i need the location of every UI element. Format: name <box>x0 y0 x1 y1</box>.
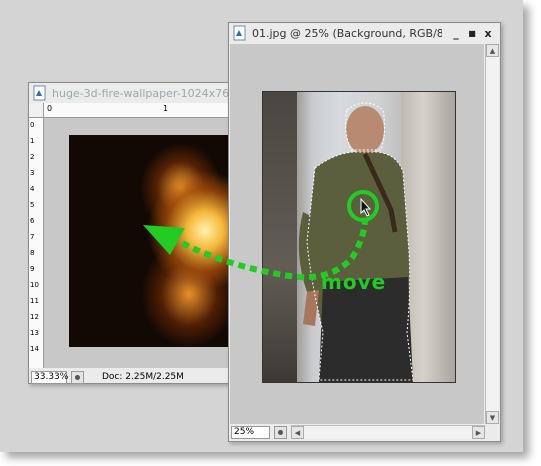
man-figure <box>298 102 414 382</box>
maximize-button[interactable]: ■ <box>464 25 480 41</box>
minimize-button[interactable]: _ <box>448 25 464 41</box>
status-menu-icon[interactable] <box>274 425 287 439</box>
fire-document-window[interactable]: huge-3d-fire-wallpaper-1024x768.j 0 1 0 1… <box>28 82 230 384</box>
photo-window-titlebar[interactable]: 01.jpg @ 25% (Background, RGB/8... _ ■ x <box>229 23 500 43</box>
close-button[interactable]: x <box>480 25 496 41</box>
status-menu-icon[interactable] <box>71 370 84 384</box>
ruler-left-label: 13 <box>30 329 39 337</box>
scroll-left-button[interactable]: ◀ <box>291 426 304 439</box>
photo-status-bar: 25% <box>229 425 291 439</box>
ruler-left-label: 8 <box>30 249 35 257</box>
photo-window-title: 01.jpg @ 25% (Background, RGB/8... <box>252 26 442 40</box>
scroll-up-button[interactable]: ▲ <box>486 44 499 57</box>
vertical-scrollbar[interactable]: ▲ ▼ <box>485 44 499 424</box>
horizontal-scrollbar[interactable]: ◀ ▶ <box>291 425 485 439</box>
move-label: move <box>321 270 387 294</box>
fire-canvas-area[interactable] <box>44 118 229 368</box>
zoom-field[interactable]: 25% <box>231 425 270 439</box>
photoshop-document-icon <box>232 25 248 41</box>
zoom-field[interactable]: 33.33% <box>31 370 68 384</box>
ruler-left-label: 11 <box>30 297 39 305</box>
ruler-left-label: 4 <box>30 185 35 193</box>
ruler-left-label: 2 <box>30 153 35 161</box>
ruler-left-label: 9 <box>30 265 35 273</box>
vertical-ruler[interactable]: 0 1 2 3 4 5 6 7 8 9 10 11 12 13 14 <box>29 118 44 368</box>
fire-status-bar: 33.33% Doc: 2.25M/2.25M <box>29 370 229 384</box>
ruler-left-label: 14 <box>30 345 39 353</box>
ruler-left-label: 10 <box>30 281 39 289</box>
horizontal-ruler[interactable]: 0 1 <box>43 103 229 118</box>
ruler-left-label: 7 <box>30 233 35 241</box>
doc-size-info: Doc: 2.25M/2.25M <box>102 372 184 382</box>
scroll-right-button[interactable]: ▶ <box>472 426 485 439</box>
ruler-top-label: 0 <box>47 104 53 113</box>
photo-image <box>262 91 456 383</box>
fire-window-title: huge-3d-fire-wallpaper-1024x768.j <box>52 86 229 100</box>
fire-image <box>69 135 229 347</box>
photo-canvas-area[interactable] <box>230 44 484 424</box>
ruler-left-label: 12 <box>30 313 39 321</box>
fire-window-titlebar[interactable]: huge-3d-fire-wallpaper-1024x768.j <box>29 83 229 103</box>
ruler-top-label: 1 <box>163 104 169 113</box>
photo-document-window[interactable]: 01.jpg @ 25% (Background, RGB/8... _ ■ x… <box>228 22 501 442</box>
ruler-left-label: 0 <box>30 121 35 129</box>
scroll-down-button[interactable]: ▼ <box>486 411 499 424</box>
ruler-left-label: 3 <box>30 169 35 177</box>
ruler-left-label: 1 <box>30 137 35 145</box>
ruler-left-label: 6 <box>30 217 35 225</box>
photoshop-document-icon <box>32 85 48 101</box>
ruler-corner <box>29 103 44 118</box>
ruler-left-label: 5 <box>30 201 35 209</box>
